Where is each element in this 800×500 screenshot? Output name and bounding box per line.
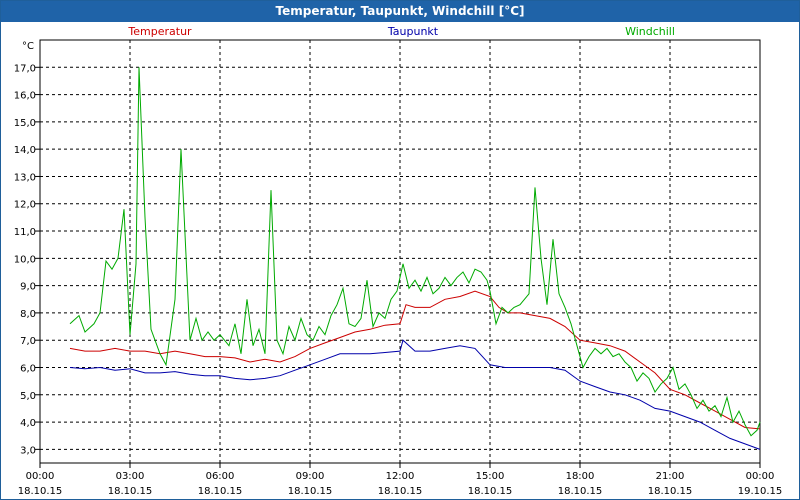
y-tick-label: 13,0 [14,172,36,183]
x-tick-time: 12:00 [386,471,415,482]
x-tick-date: 18.10.15 [288,486,333,497]
y-tick-label: 3,0 [20,445,36,456]
y-tick-label: 6,0 [20,363,36,374]
y-tick-label: 10,0 [14,254,36,265]
chart-canvas: °C 3,0 4,0 5,0 6,0 7,0 8,0 9,0 10,0 11,0 12,0 13,0… [14,25,783,497]
x-tick-time: 09:00 [296,471,325,482]
x-axis-ticks: 00:00 18.10.15 03:00 18.10.15 06:00 18.10.15 0… [18,463,783,497]
x-tick-time: 21:00 [656,471,685,482]
y-axis-unit-label: °C [22,41,34,52]
x-tick-time: 03:00 [116,471,145,482]
y-tick-label: 14,0 [14,145,36,156]
y-tick-label: 11,0 [14,227,36,238]
x-tick-date: 18.10.15 [468,486,513,497]
x-tick-date: 18.10.15 [378,486,423,497]
x-tick-time: 00:00 [26,471,55,482]
y-tick-label: 17,0 [14,63,36,74]
x-tick-date: 18.10.15 [198,486,243,497]
x-tick-date: 18.10.15 [108,486,153,497]
x-tick-time: 15:00 [476,471,505,482]
legend-entry-temperatur: Temperatur [127,25,192,38]
legend-entry-taupunkt: Taupunkt [387,25,439,38]
x-tick-date: 18.10.15 [18,486,63,497]
y-tick-label: 16,0 [14,91,36,102]
x-tick-date: 18.10.15 [648,486,693,497]
y-tick-label: 5,0 [20,391,36,402]
legend-entry-windchill: Windchill [625,25,675,38]
legend: Temperatur Taupunkt Windchill [127,25,675,38]
y-tick-label: 7,0 [20,336,36,347]
grid [40,40,760,463]
y-tick-label: 12,0 [14,200,36,211]
y-tick-label: 9,0 [20,282,36,293]
series-line-windchill [69,67,761,437]
x-tick-time: 18:00 [566,471,595,482]
y-tick-label: 15,0 [14,118,36,129]
y-axis-ticks: 3,0 4,0 5,0 6,0 7,0 8,0 9,0 10,0 11,0 12,0 13,0 14,… [14,63,40,456]
x-tick-date: 18.10.15 [558,486,603,497]
x-tick-time: 06:00 [206,471,235,482]
y-tick-label: 8,0 [20,309,36,320]
y-tick-label: 4,0 [20,418,36,429]
x-tick-date: 19.10.15 [738,486,783,497]
x-tick-time: 00:00 [746,471,775,482]
